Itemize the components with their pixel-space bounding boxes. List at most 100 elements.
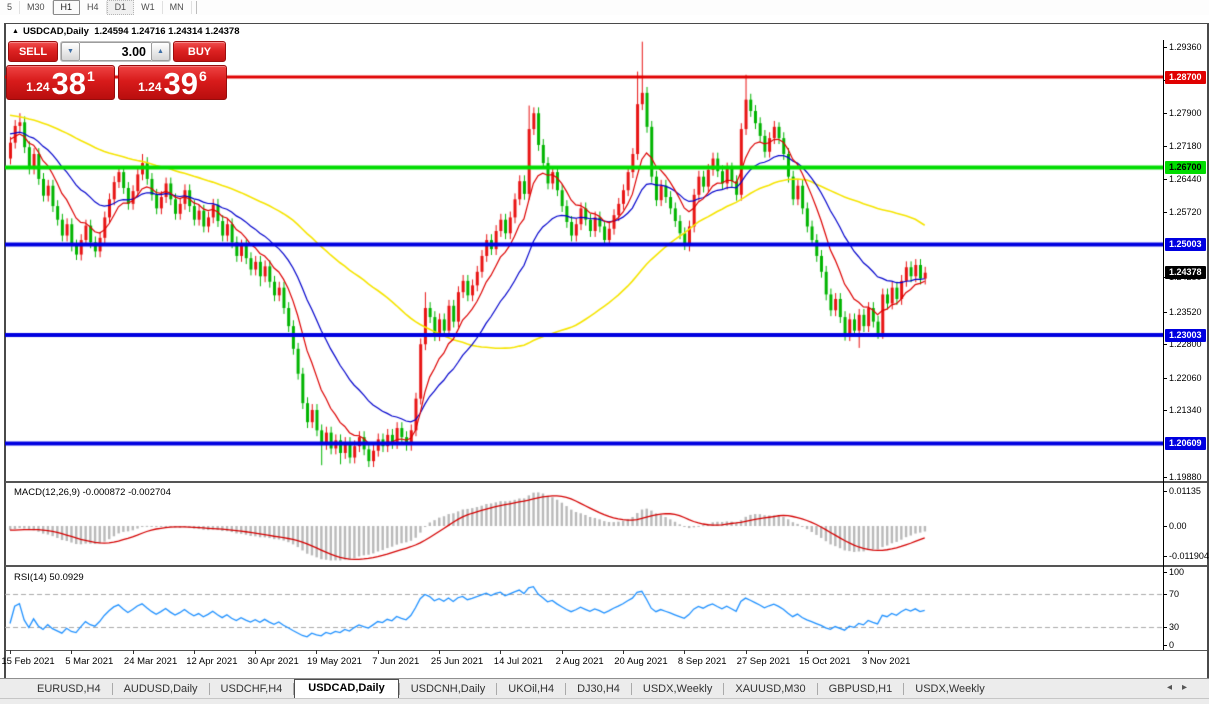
price-tick-label: 1.26440 [1169,174,1202,184]
spread-spinner: ▼ 3.00 ▲ [60,41,171,62]
date-tick-label: 15 Oct 2021 [799,656,851,667]
date-tick-label: 12 Apr 2021 [186,656,237,667]
date-tick-label: 20 Aug 2021 [614,656,667,667]
rsi-indicator-canvas[interactable] [5,568,1163,650]
chart-tab-usdx-weekly[interactable]: USDX,Weekly [632,681,723,698]
macd-tick-label: 0.00 [1169,521,1187,531]
price-level-badge: 1.25003 [1165,238,1206,251]
price-tick-mark [1163,47,1167,48]
spread-increase-button[interactable]: ▲ [151,42,170,61]
date-tick-label: 30 Apr 2021 [248,656,299,667]
price-tick-mark [1163,146,1167,147]
date-tick-label: 24 Mar 2021 [124,656,177,667]
macd-indicator-canvas[interactable] [5,484,1163,565]
date-tick-label: 2 Aug 2021 [556,656,604,667]
sell-quote-button[interactable]: 1.24381 [6,65,115,100]
date-tick-mark [133,650,134,654]
timeframe-button-w1[interactable]: W1 [134,1,163,14]
chart-tab-usdx-weekly[interactable]: USDX,Weekly [904,681,995,698]
chart-tab-usdcnh-daily[interactable]: USDCNH,Daily [400,681,497,698]
date-tick-label: 14 Jul 2021 [494,656,543,667]
date-tick-label: 25 Jun 2021 [431,656,483,667]
date-tick-label: 15 Feb 2021 [1,656,54,667]
rsi-tick-mark [1163,645,1167,646]
window-collapse-icon: ▲ [12,28,19,35]
price-tick-label: 1.27900 [1169,108,1202,118]
chart-tab-audusd-daily[interactable]: AUDUSD,Daily [113,681,209,698]
date-tick-label: 27 Sep 2021 [737,656,791,667]
date-tick-mark [500,650,501,654]
chart-macd-splitter[interactable] [5,481,1207,483]
timeframe-toolbar: 5M30H1H4D1W1MN [0,0,1209,15]
rsi-tick-label: 30 [1169,622,1179,632]
rsi-label: RSI(14) 50.0929 [14,572,84,583]
price-tick-label: 1.22060 [1169,373,1202,383]
date-tick-mark [807,650,808,654]
rsi-tick-label: 100 [1169,567,1184,577]
timeframe-button-mn[interactable]: MN [163,1,192,14]
buy-button[interactable]: BUY [173,41,226,62]
price-level-badge: 1.28700 [1165,71,1206,84]
chart-tab-ukoil-h4[interactable]: UKOil,H4 [497,681,565,698]
date-tick-mark [562,650,563,654]
rsi-tick-mark [1163,627,1167,628]
price-tick-label: 1.25720 [1169,207,1202,217]
sell-price-big: 38 [52,71,86,97]
rsi-dateaxis-splitter [5,650,1207,651]
toolbar-divider [196,1,197,14]
macd-rsi-splitter[interactable] [5,565,1207,567]
sell-button[interactable]: SELL [8,41,58,62]
macd-tick-mark [1163,556,1167,557]
macd-tick-label: 0.01135 [1169,486,1201,496]
timeframe-button-m30[interactable]: M30 [20,1,53,14]
chart-tab-dj30-h4[interactable]: DJ30,H4 [566,681,631,698]
date-tick-label: 19 May 2021 [307,656,362,667]
chart-ohlc-values: 1.24594 1.24716 1.24314 1.24378 [94,26,239,37]
timeframe-button-h1[interactable]: H1 [53,0,81,15]
date-tick-mark [255,650,256,654]
date-tick-label: 7 Jun 2021 [372,656,419,667]
buy-price-big: 39 [164,71,198,97]
price-tick-label: 1.29360 [1169,42,1202,52]
date-tick-label: 3 Nov 2021 [862,656,911,667]
spread-decrease-button[interactable]: ▼ [61,42,80,61]
main-price-chart-canvas[interactable] [5,40,1163,481]
chart-tab-bar: EURUSD,H4AUDUSD,DailyUSDCHF,H4USDCAD,Dai… [0,678,1209,704]
price-tick-mark [1163,212,1167,213]
timeframe-button-5[interactable]: 5 [0,1,20,14]
date-tick-mark [194,650,195,654]
chart-tab-xauusd-m30[interactable]: XAUUSD,M30 [724,681,816,698]
timeframe-button-d1[interactable]: D1 [107,0,135,15]
tab-scroll-right-icon[interactable]: ▸ [1182,682,1197,693]
price-tick-mark [1163,113,1167,114]
date-tick-mark [439,650,440,654]
price-level-badge: 1.23003 [1165,329,1206,342]
macd-label: MACD(12,26,9) -0.000872 -0.002704 [14,487,171,498]
chart-tab-gbpusd-h1[interactable]: GBPUSD,H1 [818,681,904,698]
date-tick-label: 8 Sep 2021 [678,656,727,667]
triangle-down-icon: ▼ [67,48,74,55]
price-level-badge: 1.20609 [1165,437,1206,450]
buy-price-prefix: 1.24 [138,80,161,94]
chart-tab-usdcad-daily[interactable]: USDCAD,Daily [294,679,398,698]
date-tick-mark [10,650,11,654]
spread-value-field[interactable]: 3.00 [80,42,151,61]
chart-tab-eurusd-h4[interactable]: EURUSD,H4 [26,681,112,698]
rsi-tick-label: 0 [1169,640,1174,650]
chart-tab-usdchf-h4[interactable]: USDCHF,H4 [210,681,294,698]
tab-scroll-left-icon[interactable]: ◂ [1167,682,1182,693]
date-tick-mark [316,650,317,654]
date-tick-mark [623,650,624,654]
rsi-tick-mark [1163,572,1167,573]
date-tick-mark [746,650,747,654]
sell-price-pip: 1 [87,68,95,84]
triangle-up-icon: ▲ [157,48,164,55]
buy-quote-button[interactable]: 1.24396 [118,65,227,100]
price-tick-mark [1163,477,1167,478]
sell-price-prefix: 1.24 [26,80,49,94]
price-level-badge: 1.26700 [1165,161,1206,174]
rsi-tick-mark [1163,594,1167,595]
timeframe-button-h4[interactable]: H4 [80,1,107,14]
price-tick-mark [1163,179,1167,180]
chart-symbol-label: USDCAD,Daily [23,26,89,37]
